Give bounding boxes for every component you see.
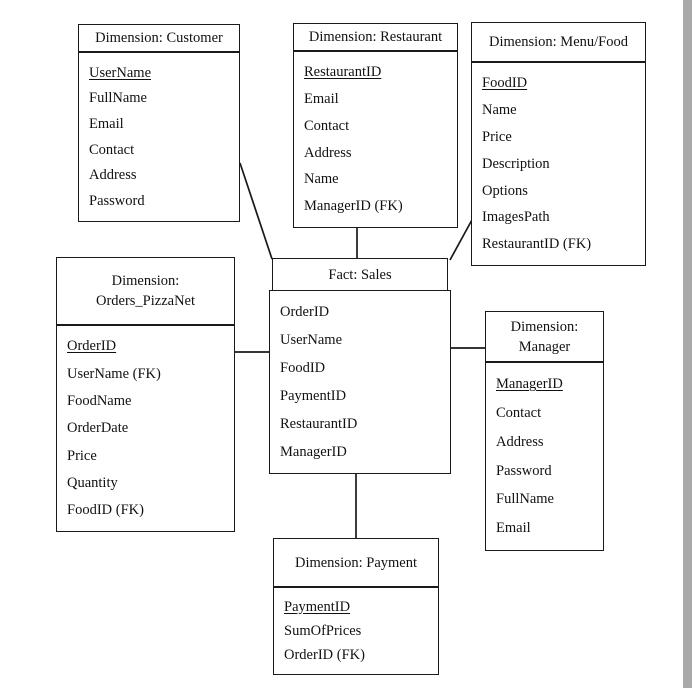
attribute-managerid-fk: ManagerID (FK) (304, 198, 403, 215)
attribute-address: Address (89, 167, 137, 184)
attribute-password: Password (89, 192, 145, 209)
entity-sales[interactable]: Fact: Sales OrderID UserName FoodID Paym… (269, 258, 451, 474)
entity-manager-title-line-2: Manager (518, 338, 571, 355)
attribute-contact: Contact (496, 404, 542, 421)
attribute-contact: Contact (89, 141, 135, 158)
connector-customer-sales (239, 162, 273, 260)
entity-orders-pizzanet[interactable]: Dimension: Orders_PizzaNet OrderID UserN… (56, 257, 235, 532)
attribute-foodid: FoodID (482, 75, 528, 92)
entity-menu-food[interactable]: Dimension: Menu/Food FoodID Name Price D… (471, 22, 646, 266)
attribute-fullname: FullName (89, 90, 147, 107)
entity-manager-title-line-1: Dimension: (510, 318, 579, 335)
attribute-address: Address (496, 433, 544, 450)
entity-orders-pizzanet-attributes: OrderID UserName (FK) FoodName OrderDate… (57, 326, 234, 531)
entity-restaurant-header: Dimension: Restaurant (294, 24, 457, 52)
entity-payment-header: Dimension: Payment (274, 539, 438, 588)
attribute-managerid: ManagerID (280, 443, 347, 460)
entity-manager[interactable]: Dimension: Manager ManagerID Contact Add… (485, 311, 604, 551)
attribute-orderid: OrderID (280, 303, 330, 320)
attribute-username: UserName (89, 64, 152, 81)
entity-payment[interactable]: Dimension: Payment PaymentID SumOfPrices… (273, 538, 439, 675)
entity-customer-attributes: UserName FullName Email Contact Address … (79, 53, 239, 221)
entity-sales-title-line-1: Fact: Sales (328, 266, 392, 283)
attribute-paymentid: PaymentID (284, 598, 351, 615)
attribute-foodid-fk: FoodID (FK) (67, 502, 144, 519)
attribute-foodname: FoodName (67, 392, 132, 409)
attribute-email: Email (89, 115, 124, 132)
attribute-orderid: OrderID (67, 338, 117, 355)
entity-customer-title-line-1: Dimension: Customer (95, 30, 223, 46)
entity-payment-title-line-1: Dimension: Payment (294, 554, 418, 571)
entity-menu-food-title-line-1: Dimension: Menu/Food (489, 34, 628, 50)
attribute-name: Name (482, 102, 517, 119)
attribute-contact: Contact (304, 117, 350, 134)
entity-orders-pizzanet-title-line-1: Dimension: (111, 273, 180, 289)
entity-manager-attributes: ManagerID Contact Address Password FullN… (486, 363, 603, 550)
attribute-email: Email (496, 520, 531, 537)
attribute-orderid-fk: OrderID (FK) (284, 646, 365, 663)
entity-orders-pizzanet-title-line-2: Orders_PizzaNet (95, 293, 196, 309)
entity-manager-header: Dimension: Manager (486, 312, 603, 363)
entity-menu-food-attributes: FoodID Name Price Description Options Im… (472, 63, 645, 265)
attribute-email: Email (304, 90, 339, 107)
entity-menu-food-header: Dimension: Menu/Food (472, 23, 645, 63)
entity-restaurant-attributes: RestaurantID Email Contact Address Name … (294, 52, 457, 227)
attribute-options: Options (482, 182, 528, 199)
attribute-restaurantid-fk: RestaurantID (FK) (482, 236, 592, 253)
attribute-name: Name (304, 171, 339, 188)
attribute-fullname: FullName (496, 491, 554, 508)
attribute-paymentid: PaymentID (280, 387, 347, 404)
attribute-managerid: ManagerID (496, 376, 563, 393)
attribute-restaurantid: RestaurantID (280, 415, 358, 432)
attribute-address: Address (304, 144, 352, 161)
entity-restaurant-title-line-1: Dimension: Restaurant (308, 29, 443, 45)
entity-customer-header: Dimension: Customer (79, 25, 239, 53)
entity-customer[interactable]: Dimension: Customer UserName FullName Em… (78, 24, 240, 222)
entity-sales-attributes: OrderID UserName FoodID PaymentID Restau… (269, 290, 451, 474)
attribute-orderdate: OrderDate (67, 420, 129, 437)
attribute-username-fk: UserName (FK) (67, 365, 161, 382)
attribute-password: Password (496, 462, 552, 479)
entity-payment-attributes: PaymentID SumOfPrices OrderID (FK) (274, 588, 438, 674)
diagram-canvas: Dimension: Customer UserName FullName Em… (0, 0, 700, 688)
attribute-price: Price (67, 447, 97, 464)
attribute-foodid: FoodID (280, 359, 326, 376)
attribute-quantity: Quantity (67, 474, 118, 491)
attribute-restaurantid: RestaurantID (304, 64, 382, 81)
attribute-price: Price (482, 128, 512, 145)
entity-sales-header: Fact: Sales (272, 258, 448, 291)
page-edge-strip (683, 0, 692, 688)
attribute-sumofprices: SumOfPrices (284, 622, 362, 639)
entity-orders-pizzanet-header: Dimension: Orders_PizzaNet (57, 258, 234, 326)
attribute-description: Description (482, 155, 550, 172)
entity-restaurant[interactable]: Dimension: Restaurant RestaurantID Email… (293, 23, 458, 228)
attribute-username: UserName (280, 331, 343, 348)
attribute-imagespath: ImagesPath (482, 209, 550, 226)
